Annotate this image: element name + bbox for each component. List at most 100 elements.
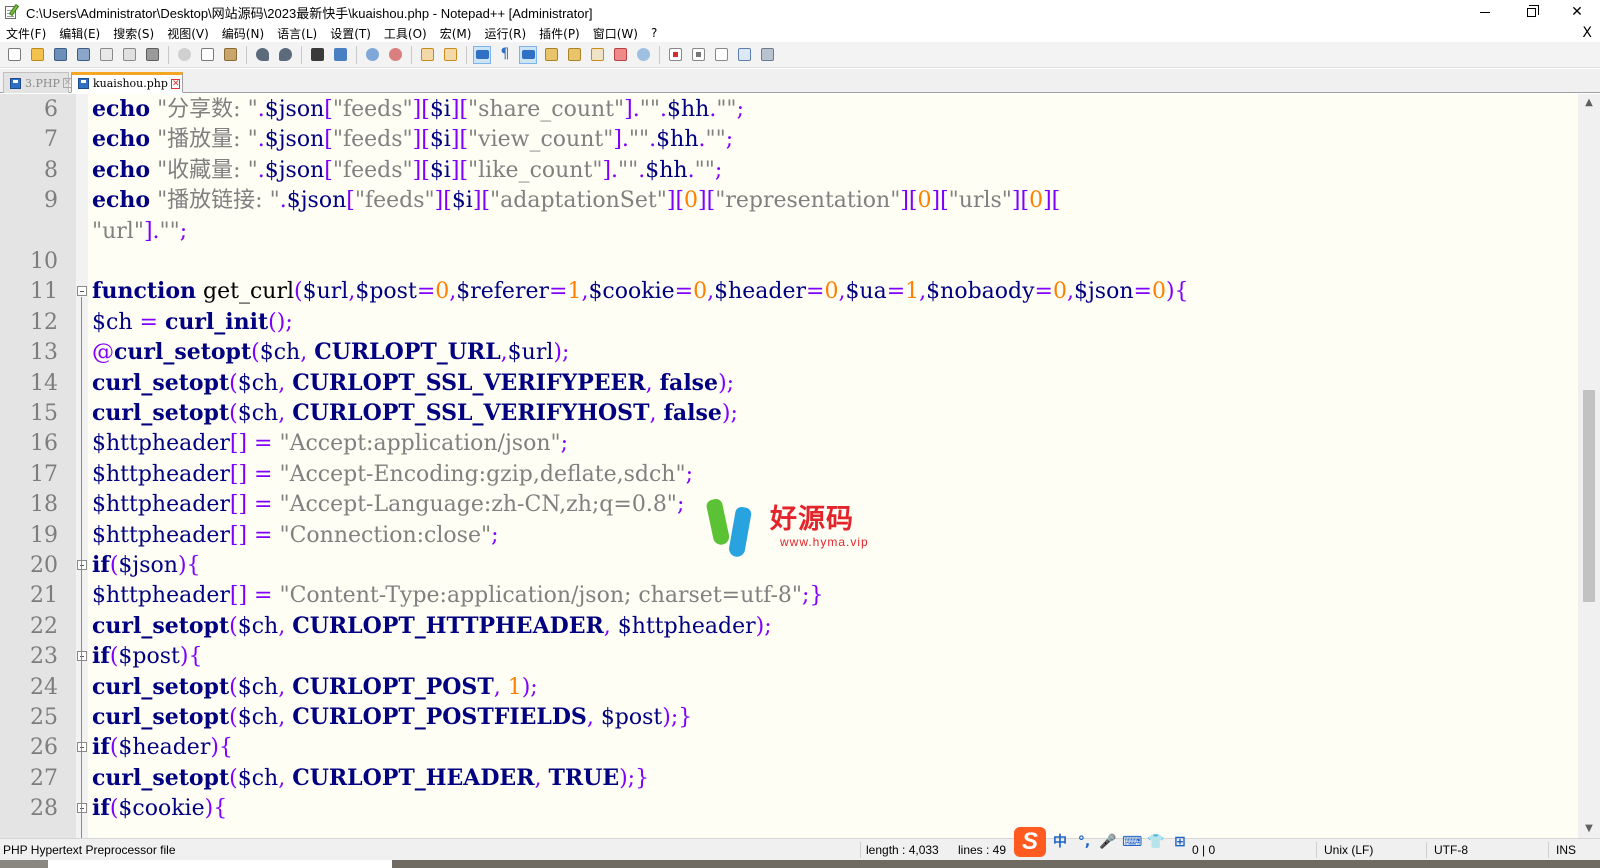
folder-as-workspace-button[interactable] bbox=[611, 46, 629, 64]
fold-toggle-icon[interactable] bbox=[77, 560, 87, 570]
code-line[interactable]: 17 $httpheader[] = "Accept-Encoding:gzip,… bbox=[0, 459, 1578, 490]
copy-button[interactable] bbox=[198, 46, 216, 64]
menu-encoding[interactable]: 编码(N) bbox=[222, 25, 264, 42]
menu-tools[interactable]: 工具(O) bbox=[384, 25, 427, 42]
code-line[interactable]: 16 $httpheader[] = "Accept:application/js… bbox=[0, 428, 1578, 459]
minimize-button[interactable] bbox=[1462, 0, 1508, 24]
code-token: "feeds" bbox=[332, 127, 413, 153]
code-line[interactable]: 8 echo "收藏量: ".$json["feeds"][$i]["like_c… bbox=[0, 155, 1578, 186]
cut-button[interactable] bbox=[175, 46, 193, 64]
menu-language[interactable]: 语言(L) bbox=[277, 25, 317, 42]
code-editor[interactable]: 6 echo "分享数: ".$json["feeds"][$i]["share_… bbox=[0, 94, 1600, 838]
code-line[interactable]: 11 function get_curl($url,$post=0,$refere… bbox=[0, 276, 1578, 307]
new-file-button[interactable] bbox=[5, 46, 23, 64]
menu-run[interactable]: 运行(R) bbox=[484, 25, 526, 42]
code-token: ( bbox=[229, 674, 238, 700]
tab-kuaishou-php[interactable]: kuaishou.php ✕ bbox=[71, 72, 183, 93]
code-line[interactable]: 24 curl_setopt($ch, CURLOPT_POST, 1); bbox=[0, 672, 1578, 703]
sogou-ime-logo[interactable]: S bbox=[1014, 827, 1046, 857]
stop-macro-button[interactable] bbox=[689, 46, 707, 64]
line-number: 9 bbox=[44, 188, 58, 214]
code-line[interactable]: 22 curl_setopt($ch, CURLOPT_HTTPHEADER, $… bbox=[0, 611, 1578, 642]
code-line[interactable]: 26 if($header){ bbox=[0, 732, 1578, 763]
menu-view[interactable]: 视图(V) bbox=[167, 25, 209, 42]
play-macro-button[interactable] bbox=[712, 46, 730, 64]
code-line[interactable]: 10 bbox=[0, 246, 1578, 277]
print-button[interactable] bbox=[143, 46, 161, 64]
word-wrap-button[interactable] bbox=[473, 45, 491, 64]
monitoring-button[interactable] bbox=[634, 46, 652, 64]
document-map-button[interactable] bbox=[565, 46, 583, 64]
tab-close-icon[interactable]: ✕ bbox=[170, 78, 181, 89]
redo-button[interactable] bbox=[276, 46, 294, 64]
status-encoding[interactable]: UTF-8 bbox=[1434, 843, 1468, 857]
undo-button[interactable] bbox=[253, 46, 271, 64]
run-macro-multiple-button[interactable] bbox=[735, 46, 753, 64]
code-line[interactable]: 15 curl_setopt($ch, CURLOPT_SSL_VERIFYHOS… bbox=[0, 398, 1578, 429]
close-all-button[interactable] bbox=[120, 46, 138, 64]
status-insert-mode[interactable]: INS bbox=[1556, 843, 1576, 857]
code-token: ][ bbox=[472, 188, 491, 214]
code-line[interactable]: 13 @curl_setopt($ch, CURLOPT_URL,$url); bbox=[0, 337, 1578, 368]
menu-settings[interactable]: 设置(T) bbox=[330, 25, 371, 42]
ime-toolbox-icon[interactable]: ⊞ bbox=[1170, 832, 1190, 852]
zoom-in-button[interactable] bbox=[363, 46, 381, 64]
menu-file[interactable]: 文件(F) bbox=[6, 25, 46, 42]
tab-3-php[interactable]: 3.PHP ✕ bbox=[3, 72, 73, 93]
code-line[interactable]: 14 curl_setopt($ch, CURLOPT_SSL_VERIFYPEE… bbox=[0, 368, 1578, 399]
save-all-button[interactable] bbox=[74, 46, 92, 64]
menu-search[interactable]: 搜索(S) bbox=[113, 25, 154, 42]
code-token: 0 bbox=[1029, 188, 1044, 214]
save-macro-button[interactable] bbox=[758, 46, 776, 64]
menu-plugins[interactable]: 插件(P) bbox=[539, 25, 580, 42]
ime-punctuation-icon[interactable]: °, bbox=[1074, 832, 1094, 852]
menu-window[interactable]: 窗口(W) bbox=[593, 25, 638, 42]
restore-button[interactable] bbox=[1508, 0, 1554, 24]
show-all-chars-button[interactable]: ¶ bbox=[496, 46, 514, 64]
user-defined-language-button[interactable] bbox=[542, 46, 560, 64]
fold-toggle-icon[interactable] bbox=[77, 651, 87, 662]
code-line[interactable]: 23 if($post){ bbox=[0, 641, 1578, 672]
close-file-button[interactable] bbox=[97, 46, 115, 64]
scrollbar-thumb[interactable] bbox=[1583, 390, 1595, 602]
code-line[interactable]: "url"].""; bbox=[0, 216, 1578, 247]
menu-edit[interactable]: 编辑(E) bbox=[59, 25, 100, 42]
line-number: 19 bbox=[30, 522, 58, 548]
code-line[interactable]: 28 if($cookie){ bbox=[0, 793, 1578, 824]
ime-keyboard-icon[interactable]: ⌨ bbox=[1122, 832, 1142, 852]
sync-vertical-button[interactable] bbox=[418, 46, 436, 64]
status-eol[interactable]: Unix (LF) bbox=[1324, 843, 1373, 857]
code-token: curl_setopt bbox=[92, 764, 230, 791]
open-file-button[interactable] bbox=[28, 46, 46, 64]
ime-skin-icon[interactable]: 👕 bbox=[1146, 832, 1166, 852]
close-document-button[interactable]: X bbox=[1582, 24, 1592, 42]
menu-help[interactable]: ? bbox=[651, 26, 657, 40]
vertical-scrollbar[interactable]: ▲ ▼ bbox=[1578, 94, 1600, 838]
scroll-up-arrow-icon[interactable]: ▲ bbox=[1578, 94, 1600, 112]
code-line[interactable]: 9 echo "播放链接: ".$json["feeds"][$i]["adapt… bbox=[0, 185, 1578, 216]
code-line[interactable]: 12 $ch = curl_init(); bbox=[0, 307, 1578, 338]
scroll-down-arrow-icon[interactable]: ▼ bbox=[1578, 820, 1600, 838]
indent-guide-button[interactable] bbox=[519, 45, 537, 64]
close-button[interactable]: ✕ bbox=[1554, 0, 1600, 24]
paste-button[interactable] bbox=[221, 46, 239, 64]
record-macro-button[interactable] bbox=[666, 46, 684, 64]
replace-button[interactable] bbox=[331, 46, 349, 64]
zoom-out-button[interactable] bbox=[386, 46, 404, 64]
save-button[interactable] bbox=[51, 46, 69, 64]
code-line[interactable]: 7 echo "播放量: ".$json["feeds"][$i]["view_c… bbox=[0, 124, 1578, 155]
fold-toggle-icon[interactable] bbox=[77, 803, 87, 814]
sync-horizontal-button[interactable] bbox=[441, 46, 459, 64]
ime-chinese-mode[interactable]: 中 bbox=[1050, 832, 1070, 852]
code-line[interactable]: 6 echo "分享数: ".$json["feeds"][$i]["share_… bbox=[0, 94, 1578, 125]
find-button[interactable] bbox=[308, 46, 326, 64]
fold-toggle-icon[interactable] bbox=[77, 742, 87, 753]
menu-macro[interactable]: 宏(M) bbox=[440, 25, 472, 42]
fold-toggle-icon[interactable] bbox=[77, 286, 87, 297]
ime-voice-icon[interactable]: 🎤 bbox=[1098, 832, 1118, 852]
code-line[interactable]: 21 $httpheader[] = "Content-Type:applicat… bbox=[0, 580, 1578, 611]
code-line[interactable]: 25 curl_setopt($ch, CURLOPT_POSTFIELDS, $… bbox=[0, 702, 1578, 733]
code-line[interactable]: 27 curl_setopt($ch, CURLOPT_HEADER, TRUE)… bbox=[0, 763, 1578, 794]
function-list-button[interactable] bbox=[588, 46, 606, 64]
